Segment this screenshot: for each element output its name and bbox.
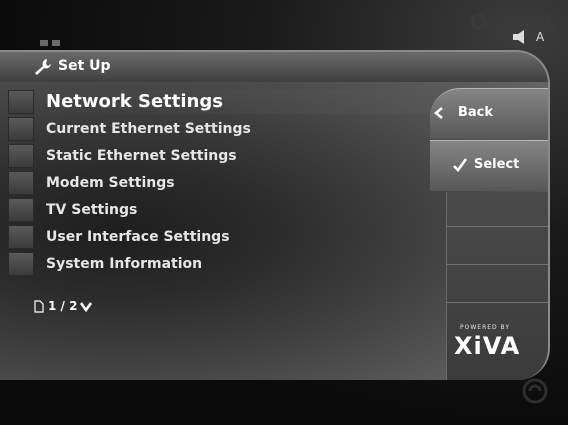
xiva-logo: XiVA — [454, 332, 521, 360]
divider — [446, 264, 548, 265]
row-marker — [8, 144, 34, 168]
chevron-down-icon[interactable] — [80, 301, 92, 312]
setup-panel: Set Up Network Settings Current Ethernet… — [0, 50, 550, 380]
page-title: Set Up — [58, 58, 111, 74]
speaker-icon — [513, 30, 524, 44]
menu-item-modem-settings[interactable]: Modem Settings — [46, 175, 175, 191]
select-button[interactable]: Select — [430, 140, 548, 191]
powered-by-label: POWERED BY — [460, 324, 511, 331]
menu-item-current-ethernet-settings[interactable]: Current Ethernet Settings — [46, 121, 251, 137]
brand-mark-icon — [522, 378, 548, 404]
menu-item-tv-settings[interactable]: TV Settings — [46, 202, 137, 218]
row-marker — [8, 117, 34, 141]
menu-item-network-settings[interactable]: Network Settings — [46, 91, 223, 112]
row-marker — [8, 90, 34, 114]
speaker-channel-label: A — [536, 30, 545, 44]
chevron-left-icon — [434, 107, 443, 119]
select-label: Select — [474, 157, 520, 172]
row-marker — [8, 171, 34, 195]
page-icon — [34, 300, 44, 313]
checkmark-icon — [453, 158, 468, 172]
menu-item-system-information[interactable]: System Information — [46, 256, 202, 272]
divider — [446, 226, 548, 227]
back-button[interactable]: Back — [430, 88, 548, 139]
row-marker — [8, 252, 34, 276]
menu-item-static-ethernet-settings[interactable]: Static Ethernet Settings — [46, 148, 237, 164]
menu-item-user-interface-settings[interactable]: User Interface Settings — [46, 229, 230, 245]
back-label: Back — [458, 105, 494, 120]
page-indicator: 1 / 2 — [48, 299, 78, 313]
corner-mark — [40, 40, 60, 46]
wrench-icon — [35, 59, 51, 75]
row-marker — [8, 225, 34, 249]
divider — [446, 302, 548, 303]
row-marker — [8, 198, 34, 222]
